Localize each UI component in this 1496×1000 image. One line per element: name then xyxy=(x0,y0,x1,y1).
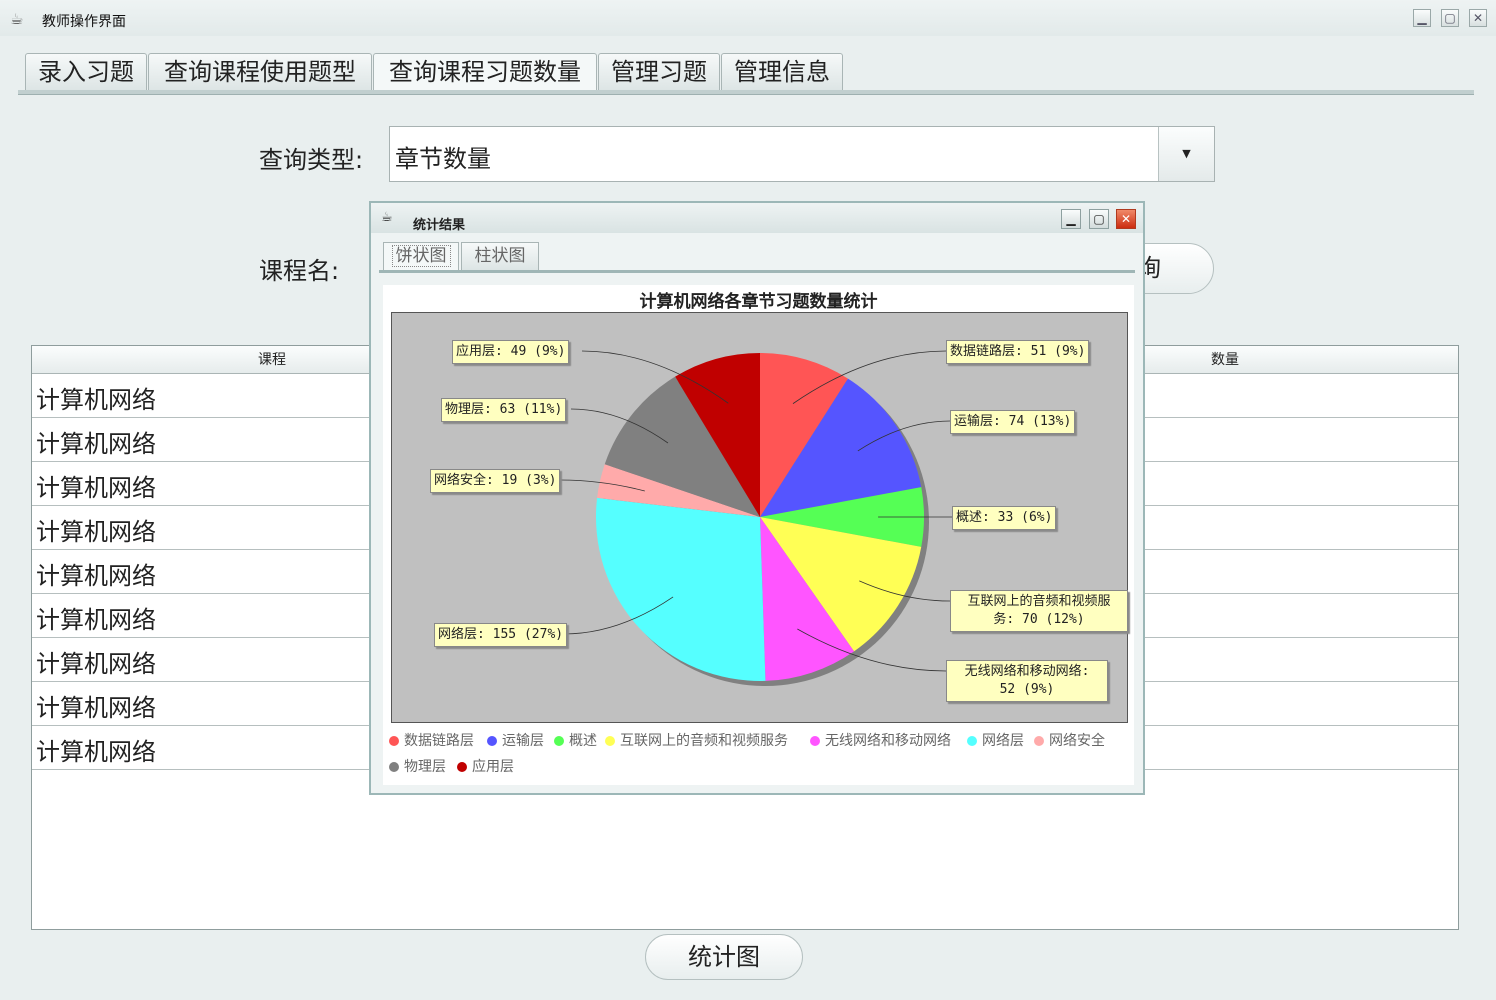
window-titlebar: ☕ 教师操作界面 ▁ ▢ ✕ xyxy=(0,0,1496,36)
pie-label-8: 应用层: 49 (9%) xyxy=(452,340,570,364)
legend-label: 无线网络和移动网络 xyxy=(825,733,951,749)
statistics-chart-button[interactable]: 统计图 xyxy=(645,934,803,980)
dialog-title: 统计结果 xyxy=(413,218,466,233)
query-type-value: 章节数量 xyxy=(395,145,491,173)
pie-slice-5 xyxy=(596,497,766,681)
legend-swatch xyxy=(389,762,399,772)
dropdown-arrow-icon[interactable]: ▼ xyxy=(1158,127,1214,181)
legend-swatch xyxy=(967,736,977,746)
pie-label-3: 互联网上的音频和视频服 务: 70 (12%) xyxy=(950,590,1128,632)
close-button[interactable]: ✕ xyxy=(1469,9,1487,27)
tab-query-question-types[interactable]: 查询课程使用题型 xyxy=(148,53,372,90)
legend-label: 物理层 xyxy=(404,759,446,775)
course-cell: 计算机网络 xyxy=(36,606,156,634)
chart-title: 计算机网络各章节习题数量统计 xyxy=(639,292,878,312)
course-cell: 计算机网络 xyxy=(36,562,156,590)
legend-item: 物理层 xyxy=(389,756,446,776)
legend-label: 互联网上的音频和视频服务 xyxy=(620,733,788,749)
cup-icon: ☕ xyxy=(10,10,24,28)
dialog-minimize-button[interactable]: ▁ xyxy=(1061,209,1081,229)
course-cell: 计算机网络 xyxy=(36,650,156,678)
legend-swatch xyxy=(457,762,467,772)
pie-label-7: 物理层: 63 (11%) xyxy=(441,398,567,422)
course-name-label: 课程名: xyxy=(259,257,340,285)
legend-swatch xyxy=(1034,736,1044,746)
tab-pie-chart-label: 饼状图 xyxy=(391,245,451,267)
legend-label: 数据链路层 xyxy=(404,733,474,749)
legend-item: 数据链路层 xyxy=(389,730,474,750)
dialog-titlebar: ☕ 统计结果 ▁ ▢ ✕ xyxy=(371,203,1143,233)
legend-label: 运输层 xyxy=(502,733,544,749)
tab-manage-info[interactable]: 管理信息 xyxy=(721,53,843,90)
course-cell: 计算机网络 xyxy=(36,694,156,722)
tab-query-exercise-count[interactable]: 查询课程习题数量 xyxy=(373,53,597,91)
legend-item: 互联网上的音频和视频服务 xyxy=(605,730,788,750)
legend-item: 概述 xyxy=(554,730,597,750)
window-title: 教师操作界面 xyxy=(42,14,126,30)
query-type-select[interactable]: 章节数量 ▼ xyxy=(389,126,1215,182)
legend-item: 无线网络和移动网络 xyxy=(810,730,951,750)
course-cell: 计算机网络 xyxy=(36,430,156,458)
dialog-tab-divider xyxy=(379,270,1135,273)
course-cell: 计算机网络 xyxy=(36,386,156,414)
minimize-button[interactable]: ▁ xyxy=(1413,9,1431,27)
maximize-button[interactable]: ▢ xyxy=(1441,9,1459,27)
statistics-dialog: ☕ 统计结果 ▁ ▢ ✕ 饼状图 柱状图 计算机网络各章节习题数量统计 数据链路… xyxy=(369,201,1145,795)
legend-swatch xyxy=(389,736,399,746)
legend-item: 应用层 xyxy=(457,756,514,776)
course-cell: 计算机网络 xyxy=(36,518,156,546)
course-cell: 计算机网络 xyxy=(36,474,156,502)
legend-swatch xyxy=(810,736,820,746)
legend-label: 概述 xyxy=(569,733,597,749)
pie-label-1: 运输层: 74 (13%) xyxy=(950,410,1076,434)
legend-item: 网络层 xyxy=(967,730,1024,750)
legend-label: 网络安全 xyxy=(1049,733,1105,749)
tab-divider xyxy=(18,90,1474,95)
pie-label-2: 概述: 33 (6%) xyxy=(952,506,1057,530)
plot-area: 数据链路层: 51 (9%) 运输层: 74 (13%) 概述: 33 (6%) 互联… xyxy=(391,312,1128,723)
pie-label-line: 52 (9%) xyxy=(999,682,1055,697)
pie-label-line: 无线网络和移动网络: xyxy=(964,664,1090,679)
course-cell: 计算机网络 xyxy=(36,738,156,766)
legend-swatch xyxy=(554,736,564,746)
pie-label-5: 网络层: 155 (27%) xyxy=(434,623,568,647)
tab-pie-chart[interactable]: 饼状图 xyxy=(383,242,459,270)
tab-bar-chart[interactable]: 柱状图 xyxy=(461,242,539,270)
pie-chart-panel: 计算机网络各章节习题数量统计 数据链路层: 51 (9%) 运输层: 74 (13… xyxy=(383,285,1134,785)
legend-item: 运输层 xyxy=(487,730,544,750)
legend-swatch xyxy=(605,736,615,746)
tab-manage-exercises[interactable]: 管理习题 xyxy=(598,53,720,90)
legend-label: 网络层 xyxy=(982,733,1024,749)
dialog-maximize-button[interactable]: ▢ xyxy=(1089,209,1109,229)
pie-label-line: 务: 70 (12%) xyxy=(993,612,1085,627)
pie-label-line: 互联网上的音频和视频服 xyxy=(967,594,1111,609)
cup-icon: ☕ xyxy=(381,210,393,225)
legend-swatch xyxy=(487,736,497,746)
pie-label-4: 无线网络和移动网络: 52 (9%) xyxy=(946,660,1108,702)
query-type-label: 查询类型: xyxy=(259,146,364,174)
dialog-close-button[interactable]: ✕ xyxy=(1116,209,1136,229)
legend-item: 网络安全 xyxy=(1034,730,1105,750)
pie-label-0: 数据链路层: 51 (9%) xyxy=(946,340,1090,364)
pie-label-6: 网络安全: 19 (3%) xyxy=(430,469,561,493)
tab-enter-exercise[interactable]: 录入习题 xyxy=(25,53,147,90)
legend-label: 应用层 xyxy=(472,759,514,775)
